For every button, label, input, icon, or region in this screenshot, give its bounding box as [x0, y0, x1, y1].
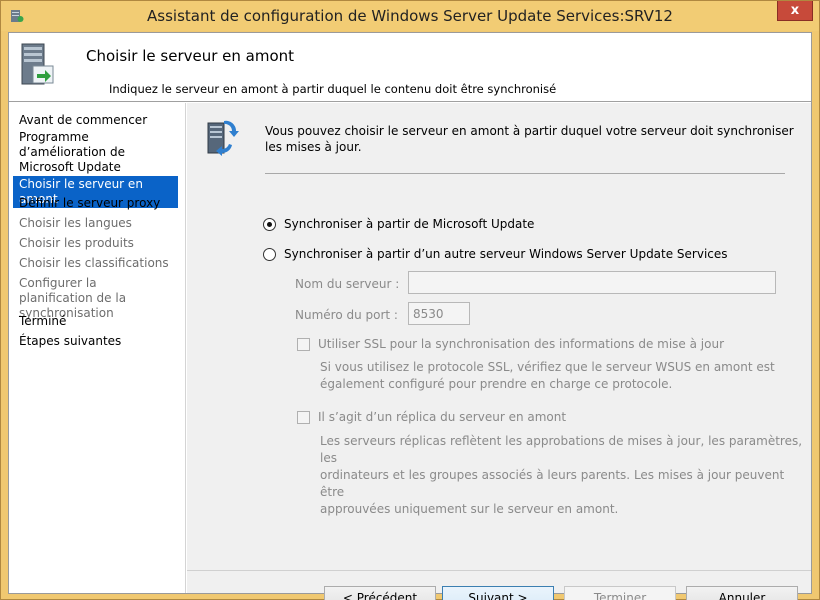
ssl-option[interactable]: Utiliser SSL pour la synchronisation des… — [297, 337, 724, 351]
wizard-content: Vous pouvez choisir le serveur en amont … — [187, 103, 811, 600]
replica-desc-line-2: ordinateurs et les groupes associés à le… — [320, 468, 785, 499]
next-button[interactable]: Suivant > — [442, 586, 554, 600]
step-choisir-produits: Choisir les produits — [19, 236, 134, 250]
wizard-steps-sidebar: Avant de commencer Programme d’améliorat… — [9, 103, 186, 593]
step-etapes-suivantes[interactable]: Étapes suivantes — [13, 333, 178, 350]
replica-description: Les serveurs réplicas reflètent les appr… — [320, 433, 811, 518]
page-title: Choisir le serveur en amont — [86, 47, 295, 65]
radio-other-wsus[interactable] — [263, 247, 276, 261]
ssl-desc-line-1: Si vous utilisez le protocole SSL, vérif… — [320, 360, 775, 374]
option-other-wsus[interactable]: Synchroniser à partir d’un autre serveur… — [263, 247, 728, 261]
replica-desc-line-1: Les serveurs réplicas reflètent les appr… — [320, 434, 803, 465]
window-title: Assistant de configuration de Windows Se… — [147, 7, 673, 25]
server-sync-icon — [21, 43, 54, 85]
intro-separator — [265, 173, 785, 174]
replica-label: Il s’agit d’un réplica du serveur en amo… — [318, 410, 567, 424]
title-bar[interactable]: Assistant de configuration de Windows Se… — [1, 1, 819, 31]
step-definir-serveur-proxy[interactable]: Définir le serveur proxy — [13, 195, 178, 212]
replica-option[interactable]: Il s’agit d’un réplica du serveur en amo… — [297, 410, 566, 424]
option-other-wsus-label: Synchroniser à partir d’un autre serveur… — [284, 247, 728, 261]
step-avant-de-commencer[interactable]: Avant de commencer — [13, 112, 178, 129]
port-input[interactable] — [408, 302, 470, 325]
replica-desc-line-3: approuvées uniquement sur le serveur en … — [320, 502, 619, 516]
option-microsoft-update[interactable]: Synchroniser à partir de Microsoft Updat… — [263, 217, 534, 231]
intro-text: Vous pouvez choisir le serveur en amont … — [265, 124, 794, 154]
wizard-window: Assistant de configuration de Windows Se… — [0, 0, 820, 600]
ssl-desc-line-2: également configuré pour prendre en char… — [320, 377, 673, 391]
option-microsoft-update-label: Synchroniser à partir de Microsoft Updat… — [284, 217, 535, 231]
upstream-sync-icon — [207, 120, 239, 156]
port-label: Numéro du port : — [295, 308, 398, 322]
footer-separator — [187, 570, 811, 571]
page-subtitle: Indiquez le serveur en amont à partir du… — [109, 82, 557, 96]
wizard-header: Choisir le serveur en amont Indiquez le … — [9, 33, 811, 102]
ssl-description: Si vous utilisez le protocole SSL, vérif… — [320, 359, 775, 393]
step-choisir-langues: Choisir les langues — [19, 216, 132, 230]
radio-microsoft-update[interactable] — [263, 217, 276, 231]
step-termine[interactable]: Terminé — [13, 313, 178, 330]
step-choisir-classifications: Choisir les classifications — [19, 256, 169, 270]
wizard-client-area: Choisir le serveur en amont Indiquez le … — [8, 32, 812, 600]
cancel-button[interactable]: Annuler — [686, 586, 798, 600]
ssl-checkbox[interactable] — [297, 337, 310, 351]
replica-checkbox[interactable] — [297, 410, 310, 424]
step-programme-amelioration[interactable]: Programme d’amélioration de Microsoft Up… — [13, 129, 178, 176]
server-name-label: Nom du serveur : — [295, 277, 400, 291]
ssl-label: Utiliser SSL pour la synchronisation des… — [318, 337, 725, 351]
server-name-input[interactable] — [408, 271, 776, 294]
close-button[interactable]: x — [777, 1, 813, 21]
finish-button: Terminer — [564, 586, 676, 600]
previous-button[interactable]: < Précédent — [324, 586, 436, 600]
